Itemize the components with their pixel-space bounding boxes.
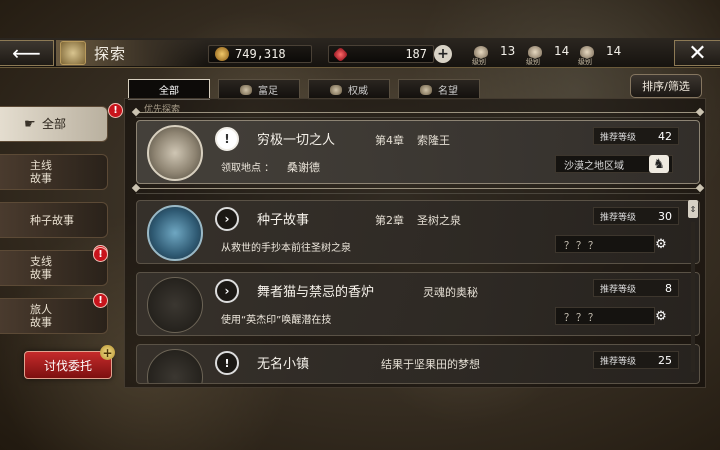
chevron-right-icon: › — [215, 279, 239, 303]
tab-authority[interactable]: 权威 — [308, 79, 390, 100]
quest-title: 无名小镇 — [257, 357, 310, 372]
subjugation-request-button[interactable]: 讨伐委托 — [24, 351, 112, 379]
wealth-emblem-icon — [240, 84, 252, 95]
recommended-level: 推荐等级 42 — [593, 127, 679, 145]
ornament-divider — [131, 183, 705, 194]
scroll-arrows-icon[interactable]: ⇕ — [688, 200, 698, 218]
close-icon: ✕ — [688, 40, 707, 66]
exclamation-icon: ! — [215, 351, 239, 375]
recommended-level: 推荐等级 8 — [593, 279, 679, 297]
back-button[interactable]: ⟵ — [0, 40, 54, 66]
pickup-label: 领取地点 ： — [221, 163, 275, 174]
nav-item-side-story[interactable]: 支线 故事 ! — [0, 245, 108, 286]
unknown-region: ？？？ — [555, 307, 655, 325]
chevron-right-icon: › — [215, 207, 239, 231]
recommended-level: 推荐等级 25 — [593, 351, 679, 369]
gem-counter: 187 — [328, 45, 434, 63]
pointing-hand-icon: ☛ — [24, 117, 36, 132]
tab-fame[interactable]: 名望 — [398, 79, 480, 100]
quest-chapter-name: 索隆王 — [417, 134, 450, 147]
quest-title: 舞者猫与禁忌的香炉 — [257, 285, 375, 300]
coin-icon — [215, 47, 229, 61]
nav-item-all[interactable]: ☛ 全部 ! — [0, 103, 123, 142]
quest-medal-icon — [147, 125, 203, 181]
gem-value: 187 — [405, 47, 427, 61]
level-wealth: 级别 13 — [472, 44, 516, 66]
ornament-divider — [131, 107, 705, 118]
quest-description: 从救世的手抄本前往圣树之泉 — [221, 243, 351, 254]
quest-card-2[interactable]: › 种子故事 第2章 圣树之泉 从救世的手抄本前往圣树之泉 推荐等级 30 ？？？… — [136, 200, 700, 264]
quest-chapter: 第2章 — [375, 214, 404, 227]
scrollbar[interactable]: ⇕ — [688, 200, 698, 380]
scroll-track[interactable] — [691, 222, 695, 372]
gear-icon: ⚙ — [655, 308, 667, 324]
quest-card-3[interactable]: › 舞者猫与禁忌的香炉 灵魂的奥秘 使用“英杰印”唤醒潜在技 推荐等级 8 ？？？… — [136, 272, 700, 336]
quest-chapter-name: 结果于坚果田的梦想 — [381, 358, 480, 371]
fame-emblem-icon — [420, 84, 432, 95]
nav-item-traveler-story[interactable]: 旅人 故事 ! — [0, 293, 108, 334]
quest-chapter: 第4章 — [375, 134, 404, 147]
alert-badge: ! — [108, 103, 123, 118]
gem-icon — [332, 46, 349, 62]
nav-item-seed-story[interactable]: 种子故事 — [0, 202, 108, 238]
gold-value: 749,318 — [235, 47, 286, 61]
tab-all[interactable]: 全部 — [128, 79, 210, 100]
unknown-region: ？？？ — [555, 235, 655, 253]
quest-chapter-name: 圣树之泉 — [417, 214, 461, 227]
plus-icon: + — [100, 345, 115, 360]
compass-medal-icon — [147, 349, 203, 383]
tab-wealth[interactable]: 富足 — [218, 79, 300, 100]
quest-title: 种子故事 — [257, 213, 310, 228]
level-fame: 级别 14 — [578, 44, 622, 66]
alert-badge: ! — [93, 247, 108, 262]
sort-filter-button[interactable]: 排序/筛选 — [630, 74, 702, 98]
seed-tree-medal-icon — [147, 205, 203, 261]
arrow-left-icon: ⟵ — [12, 41, 41, 65]
level-authority: 级别 14 — [526, 44, 570, 66]
exclamation-icon: ! — [215, 127, 239, 151]
traveler-location-icon: ♞ — [649, 155, 669, 173]
nav-item-main-story[interactable]: 主线 故事 — [0, 154, 108, 190]
title-plate: 探索 — [56, 40, 206, 66]
quest-chapter-name: 灵魂的奥秘 — [423, 286, 478, 299]
recommended-level: 推荐等级 30 — [593, 207, 679, 225]
pickup-location: 桑谢德 — [287, 161, 320, 174]
authority-emblem-icon — [330, 84, 342, 95]
page-title: 探索 — [94, 44, 127, 63]
quest-description: 使用“英杰印”唤醒潜在技 — [221, 315, 332, 326]
add-gems-button[interactable]: + — [434, 45, 452, 63]
close-button[interactable]: ✕ — [674, 40, 720, 66]
explore-crest-icon — [60, 41, 86, 65]
quest-card-1[interactable]: ! 穷极一切之人 第4章 索隆王 领取地点 ： 桑谢德 推荐等级 42 沙漠之地区… — [136, 120, 700, 184]
gold-counter: 749,318 — [208, 45, 312, 63]
gear-icon: ⚙ — [655, 236, 667, 252]
quest-title: 穷极一切之人 — [257, 133, 336, 148]
explore-screen: ⟵ 探索 749,318 187 + 级别 13 级别 14 级别 14 ✕ 全… — [0, 0, 720, 450]
compass-medal-icon — [147, 277, 203, 333]
alert-badge: ! — [93, 293, 108, 308]
quest-card-4[interactable]: ! 无名小镇 结果于坚果田的梦想 推荐等级 25 — [136, 344, 700, 384]
